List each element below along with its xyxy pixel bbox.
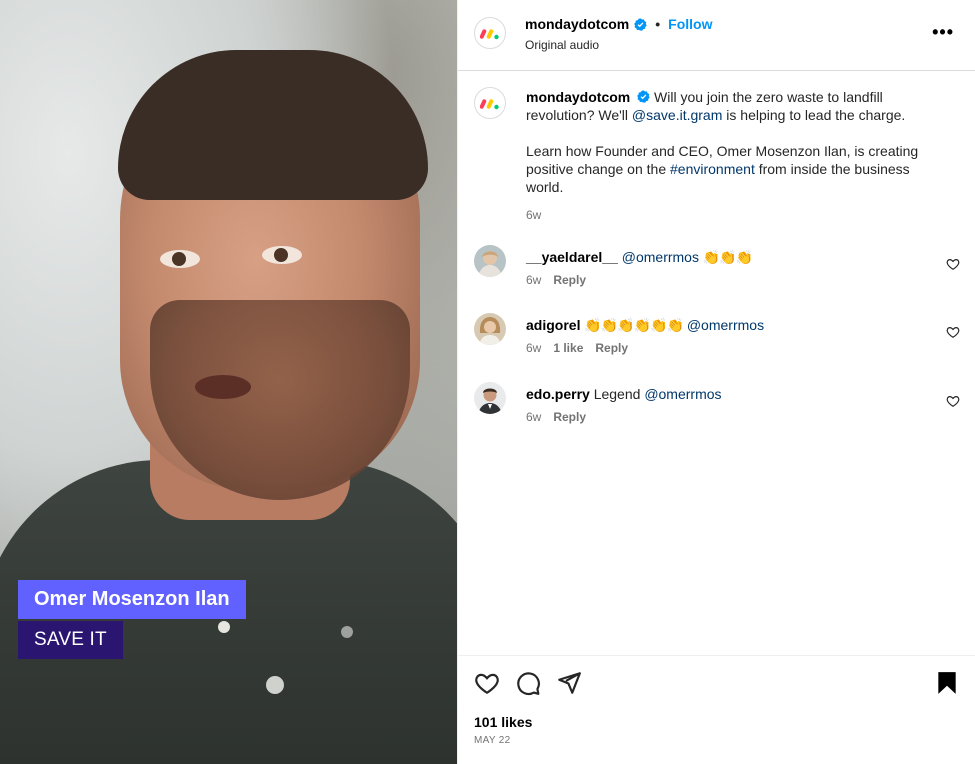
verified-icon — [637, 90, 650, 103]
shirt-button — [341, 626, 353, 638]
heart-icon[interactable] — [946, 257, 960, 271]
post-video[interactable]: Omer Mosenzon Ilan SAVE IT — [0, 0, 457, 764]
post-details-panel: mondaydotcom • Follow Original audio ••• — [457, 0, 975, 764]
company-tag-label: SAVE IT — [18, 621, 123, 659]
bookmark-icon[interactable] — [934, 670, 960, 696]
comment-meta: 6w Reply — [526, 410, 586, 424]
separator-dot: • — [655, 16, 661, 32]
comment-meta: 6w 1 like Reply — [526, 341, 628, 355]
shirt-button — [266, 676, 284, 694]
header-account-row: mondaydotcom • Follow — [525, 16, 712, 32]
shirt-button — [218, 621, 230, 633]
comment-item: edo.perry Legend @omerrmos 6w Reply — [458, 382, 975, 442]
caption-segment: is helping to lead the charge. — [722, 107, 906, 123]
reply-button[interactable]: Reply — [553, 273, 586, 287]
heart-icon[interactable] — [474, 670, 500, 696]
person-eye-right — [262, 246, 302, 264]
monday-logo-icon[interactable] — [474, 87, 506, 119]
account-name[interactable]: mondaydotcom — [525, 16, 629, 32]
post-actions: 101 likes MAY 22 — [458, 655, 975, 764]
avatar[interactable] — [474, 313, 506, 345]
heart-icon[interactable] — [946, 394, 960, 408]
reply-button[interactable]: Reply — [595, 341, 628, 355]
post-header: mondaydotcom • Follow Original audio ••• — [458, 0, 975, 71]
more-options-icon[interactable]: ••• — [932, 22, 954, 43]
caption-text: mondaydotcom Will you join the zero wast… — [526, 88, 946, 196]
comment-likes[interactable]: 1 like — [553, 341, 583, 355]
mention-link[interactable]: @omerrmos — [687, 317, 764, 333]
avatar[interactable] — [474, 245, 506, 277]
caption-username[interactable]: mondaydotcom — [526, 89, 630, 105]
comment-item: adigorel 👏👏👏👏👏👏 @omerrmos 6w 1 like Repl… — [458, 313, 975, 373]
person-mouth — [195, 375, 251, 399]
mention-link[interactable]: @omerrmos — [644, 386, 721, 402]
comment-text: __yaeldarel__ @omerrmos 👏👏👏 — [526, 249, 753, 266]
clapping-hands-emoji: 👏👏👏👏👏👏 — [584, 317, 684, 333]
reply-button[interactable]: Reply — [553, 410, 586, 424]
like-count[interactable]: 101 likes — [474, 714, 532, 730]
comment-body: Legend — [593, 386, 641, 402]
follow-button[interactable]: Follow — [668, 16, 712, 32]
speaker-name-label: Omer Mosenzon Ilan — [18, 580, 246, 619]
comment-username[interactable]: __yaeldarel__ — [526, 249, 618, 265]
comment-username[interactable]: edo.perry — [526, 386, 590, 402]
comment-timestamp[interactable]: 6w — [526, 341, 541, 355]
hashtag-link[interactable]: #environment — [670, 161, 755, 177]
comment-timestamp[interactable]: 6w — [526, 410, 541, 424]
monday-logo-icon[interactable] — [474, 17, 506, 49]
comment-timestamp[interactable]: 6w — [526, 273, 541, 287]
post-date[interactable]: MAY 22 — [474, 735, 510, 746]
original-audio-link[interactable]: Original audio — [525, 38, 599, 52]
comment-meta: 6w Reply — [526, 273, 586, 287]
clapping-hands-emoji: 👏👏👏 — [702, 249, 753, 265]
comment-text: adigorel 👏👏👏👏👏👏 @omerrmos — [526, 317, 764, 334]
comment-username[interactable]: adigorel — [526, 317, 580, 333]
share-icon[interactable] — [556, 670, 582, 696]
mention-link[interactable]: @save.it.gram — [632, 107, 722, 123]
heart-icon[interactable] — [946, 325, 960, 339]
comment-item: __yaeldarel__ @omerrmos 👏👏👏 6w Reply — [458, 245, 975, 305]
comment-icon[interactable] — [515, 670, 541, 696]
verified-icon — [634, 17, 647, 31]
instagram-post-window: Omer Mosenzon Ilan SAVE IT mondaydotcom … — [0, 0, 975, 764]
person-eye-left — [160, 250, 200, 268]
mention-link[interactable]: @omerrmos — [622, 249, 699, 265]
avatar[interactable] — [474, 382, 506, 414]
comment-text: edo.perry Legend @omerrmos — [526, 386, 722, 402]
caption-timestamp[interactable]: 6w — [526, 208, 541, 222]
